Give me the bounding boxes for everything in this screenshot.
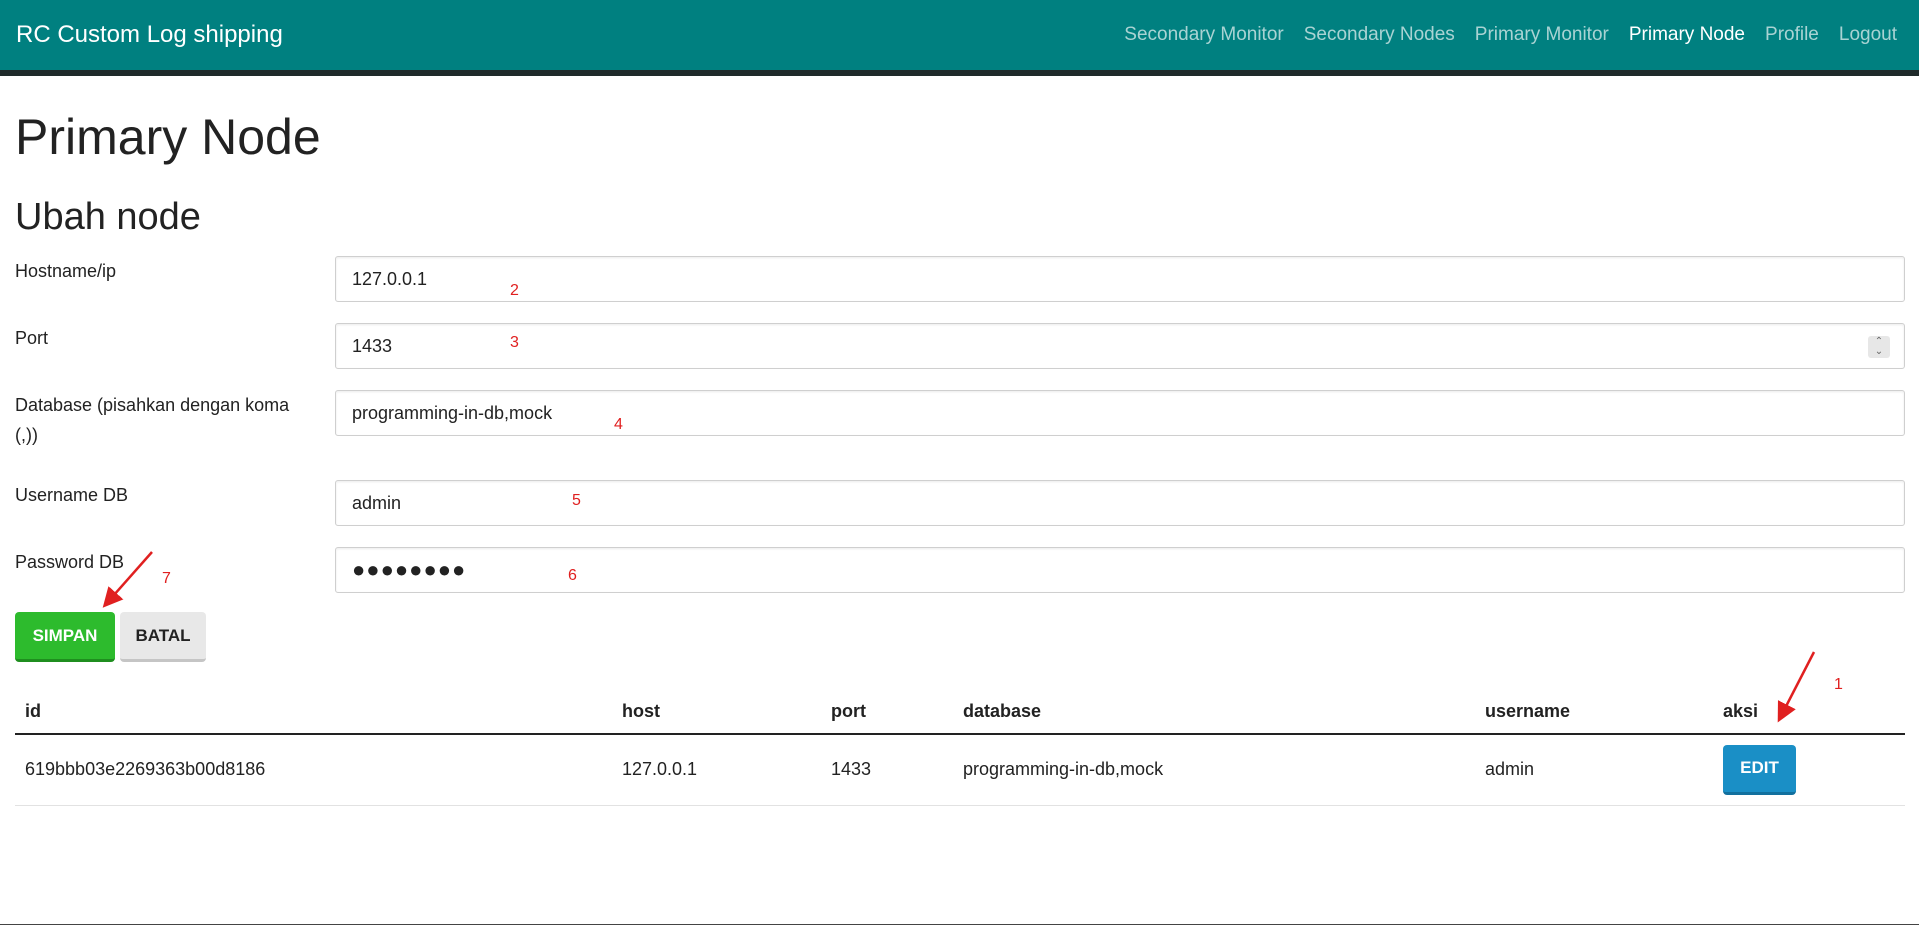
header-aksi: aksi — [1713, 690, 1905, 735]
password-value: ●●●●●●●● — [352, 557, 467, 582]
cell-port: 1433 — [821, 734, 953, 806]
cell-username: admin — [1475, 734, 1713, 806]
port-spinner[interactable]: ⌃ ⌄ — [1868, 336, 1890, 358]
header-host: host — [612, 690, 821, 735]
cancel-button[interactable]: BATAL — [120, 612, 206, 662]
port-value: 1433 — [352, 335, 393, 356]
header-port: port — [821, 690, 953, 735]
hostname-value: 127.0.0.1 — [352, 268, 428, 289]
hostname-label: Hostname/ip — [15, 261, 117, 281]
nav-logout[interactable]: Logout — [1839, 24, 1897, 46]
annotation-number-7: 7 — [162, 570, 171, 587]
annotation-number-5: 5 — [572, 492, 581, 509]
username-input[interactable]: admin — [335, 480, 1905, 526]
nav-primary-monitor[interactable]: Primary Monitor — [1475, 24, 1609, 46]
edit-button[interactable]: EDIT — [1723, 744, 1796, 795]
section-title: Ubah node — [15, 196, 201, 238]
bottom-divider — [0, 924, 1919, 925]
nav-secondary-nodes[interactable]: Secondary Nodes — [1304, 24, 1455, 46]
annotation-number-3: 3 — [510, 334, 519, 351]
annotation-number-2: 2 — [510, 282, 519, 299]
nav-secondary-monitor[interactable]: Secondary Monitor — [1124, 24, 1283, 46]
nav-links: Secondary Monitor Secondary Nodes Primar… — [1124, 24, 1897, 46]
port-input[interactable]: 1433 ⌃ ⌄ — [335, 323, 1905, 369]
annotation-number-6: 6 — [568, 567, 577, 584]
header-id: id — [15, 690, 612, 735]
annotation-number-4: 4 — [614, 416, 623, 433]
table-row: 619bbb03e2269363b00d8186 127.0.0.1 1433 … — [15, 734, 1905, 806]
header-database: database — [953, 690, 1475, 735]
annotation-number-1: 1 — [1834, 676, 1843, 693]
port-label: Port — [15, 328, 49, 348]
header-username: username — [1475, 690, 1713, 735]
page-title: Primary Node — [15, 109, 321, 165]
database-value: programming-in-db,mock — [352, 402, 553, 423]
cell-host: 127.0.0.1 — [612, 734, 821, 806]
chevron-down-icon[interactable]: ⌄ — [1875, 347, 1883, 357]
nav-primary-node[interactable]: Primary Node — [1629, 24, 1745, 46]
username-value: admin — [352, 492, 402, 513]
cell-database: programming-in-db,mock — [953, 734, 1475, 806]
app-brand[interactable]: RC Custom Log shipping — [16, 21, 283, 49]
nodes-table: id host port database username aksi 619b… — [15, 690, 1905, 806]
nav-profile[interactable]: Profile — [1765, 24, 1819, 46]
username-label: Username DB — [15, 485, 129, 505]
cell-aksi: EDIT — [1713, 734, 1905, 806]
cell-id: 619bbb03e2269363b00d8186 — [15, 734, 612, 806]
table-header-row: id host port database username aksi — [15, 690, 1905, 735]
database-label: Database (pisahkan dengan koma (,)) — [15, 395, 290, 445]
top-navbar: RC Custom Log shipping Secondary Monitor… — [0, 0, 1919, 76]
database-input[interactable]: programming-in-db,mock — [335, 390, 1905, 436]
save-button[interactable]: SIMPAN — [15, 612, 115, 662]
hostname-input[interactable]: 127.0.0.1 — [335, 256, 1905, 302]
